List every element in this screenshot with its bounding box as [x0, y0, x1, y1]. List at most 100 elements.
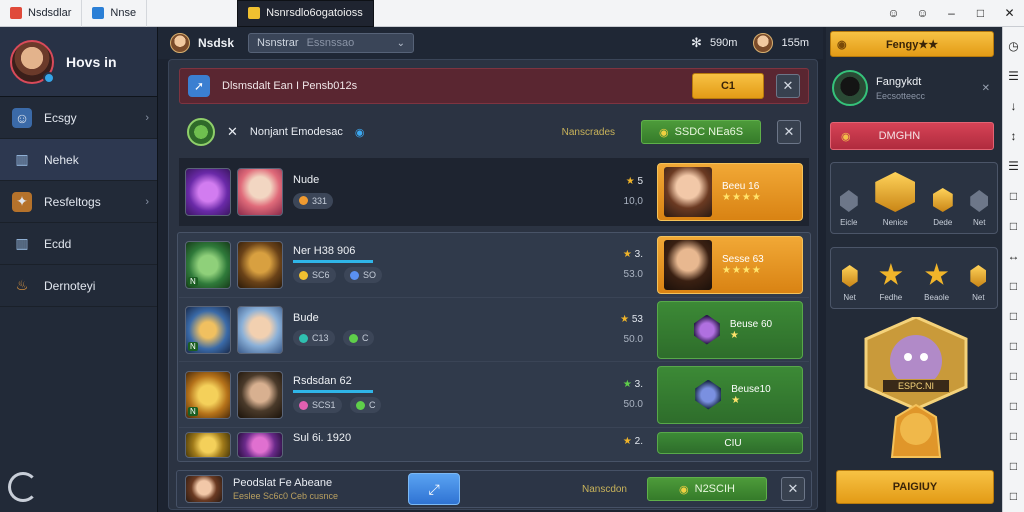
- hero-thumbnail: [237, 168, 283, 216]
- stat-pill: SO: [343, 267, 382, 283]
- close-icon[interactable]: ✕: [982, 83, 990, 94]
- list-item[interactable]: N Bude C13 C ★ 53 50.0 Beuse 60 ★: [179, 298, 809, 362]
- chevron-right-icon: ›: [145, 195, 149, 208]
- pill-value: C: [361, 333, 369, 343]
- reward-card[interactable]: CIU: [657, 432, 803, 454]
- swap-icon[interactable]: ↔: [1003, 241, 1024, 271]
- achievement[interactable]: Net: [841, 265, 858, 302]
- close-icon[interactable]: ✕: [776, 74, 800, 98]
- maximize-icon[interactable]: □: [966, 6, 995, 20]
- window-icon[interactable]: □: [1003, 421, 1024, 451]
- pill-value: SC6: [312, 270, 330, 280]
- gear-icon[interactable]: ✻: [691, 35, 702, 51]
- pill-value: C: [368, 400, 376, 410]
- close-icon[interactable]: ✕: [777, 120, 801, 144]
- sidebar-item-2[interactable]: ▥ Nehek: [0, 139, 157, 181]
- reward-card[interactable]: Beuse 60 ★: [657, 300, 803, 359]
- bottom-action-button[interactable]: ◉ N2SCIH: [647, 477, 767, 501]
- star-icon: [879, 263, 903, 285]
- list-item[interactable]: Sul 6i. 1920 ★ 2. CIU: [179, 428, 809, 462]
- achievement-label: Net: [973, 218, 986, 227]
- resize-icon[interactable]: ↕: [1003, 121, 1024, 151]
- rank-cell: ★ 3. 53.0: [583, 245, 643, 285]
- server-select[interactable]: Nsnstrar Essnssao ⌄: [248, 33, 415, 53]
- close-icon[interactable]: ✕: [781, 477, 805, 501]
- danger-label: DMGHN: [878, 130, 921, 142]
- achievement[interactable]: Net: [970, 265, 987, 302]
- download-icon[interactable]: ↓: [1003, 91, 1024, 121]
- clock-icon[interactable]: ◷: [1003, 31, 1024, 61]
- row-info: Ner H38 906 SC6 SO: [293, 245, 473, 285]
- list-item[interactable]: N Ner H38 906 SC6 SO ★ 3. 53.0 Sesse 63 …: [179, 232, 809, 298]
- sync-icon[interactable]: [8, 472, 38, 502]
- window-icon[interactable]: □: [1003, 481, 1024, 511]
- energy-button[interactable]: ◉ Fengy★★: [830, 31, 994, 57]
- window-icon[interactable]: □: [1003, 361, 1024, 391]
- row-info: Sul 6i. 1920: [293, 432, 473, 450]
- play-button[interactable]: PAIGIUY: [836, 470, 994, 504]
- tool-strip: ◷ ☰ ↓ ↕ ☰ □ □ ↔ □ □ □ □ □ □ □ □: [1002, 27, 1024, 512]
- reward-card[interactable]: Sesse 63 ★★★★: [657, 235, 803, 294]
- window-tab-label: Nsnrsdlo6ogatoioss: [266, 7, 363, 19]
- leaf-icon: [355, 400, 365, 410]
- app-icon: [92, 7, 105, 19]
- card-title: Beuse 60: [729, 318, 773, 330]
- achievement-label: Eicle: [840, 218, 858, 227]
- list-icon[interactable]: ☰: [1003, 151, 1024, 181]
- window-icon[interactable]: □: [1003, 301, 1024, 331]
- face-icon[interactable]: ☺: [908, 6, 937, 20]
- level-badge: N: [188, 276, 198, 286]
- sidebar-item-5[interactable]: ♨ Dernoteyi: [0, 265, 157, 307]
- sidebar-item-3[interactable]: ✦ Resfeltogs ›: [0, 181, 157, 223]
- gem-icon: [349, 270, 359, 280]
- window-icon[interactable]: □: [1003, 181, 1024, 211]
- achievement[interactable]: Nenice: [875, 172, 916, 227]
- achievement[interactable]: Dede: [932, 188, 953, 227]
- profile-card[interactable]: Hovs in: [0, 27, 157, 97]
- menu-icon[interactable]: ☰: [1003, 61, 1024, 91]
- pill-value: 331: [312, 195, 328, 206]
- window-tab-3[interactable]: Nsnrsdlo6ogatoioss: [237, 0, 374, 27]
- window-tab-1[interactable]: Nsdsdlar: [0, 0, 83, 27]
- achievement-label: Fedhe: [879, 293, 903, 302]
- sidebar-item-1[interactable]: ☺ Ecsgy ›: [0, 97, 157, 139]
- reward-card[interactable]: Beeu 16 ★★★★: [657, 163, 803, 221]
- window-icon[interactable]: □: [1003, 331, 1024, 361]
- achievement[interactable]: Beaole: [924, 263, 949, 302]
- window-icon[interactable]: □: [1003, 451, 1024, 481]
- achievement[interactable]: Fedhe: [879, 263, 903, 302]
- window-tab-2[interactable]: Nnse: [82, 0, 148, 27]
- shield-icon: [932, 188, 953, 212]
- achievement[interactable]: Net: [970, 190, 989, 227]
- achievements-top: Eicle Nenice Dede Net: [830, 162, 998, 234]
- leaf-icon: [348, 333, 358, 343]
- stat-pill: 331: [293, 192, 334, 209]
- close-icon[interactable]: ✕: [995, 6, 1024, 20]
- sidebar-item-4[interactable]: ▥ Ecdd: [0, 223, 157, 265]
- leaf-icon: [299, 333, 308, 343]
- window-icon[interactable]: □: [1003, 211, 1024, 241]
- list-item[interactable]: N Rsdsdan 62 SCS1 C ★ 3. 50.0 Beuse10 ★: [179, 362, 809, 428]
- section-action-button[interactable]: ◉ SSDC NEa6S: [641, 120, 761, 144]
- link-button[interactable]: ⤢: [408, 473, 461, 505]
- level-badge: N: [188, 341, 198, 351]
- face-icon: ☺: [12, 107, 32, 128]
- danger-button[interactable]: ◉ DMGHN: [830, 122, 994, 150]
- account-icon[interactable]: ☺: [879, 6, 908, 20]
- minimize-icon[interactable]: –: [937, 6, 966, 20]
- friend-card[interactable]: Fangykdt Eecsotteecc ✕: [830, 65, 996, 111]
- card-stars: ★★★★: [722, 192, 762, 203]
- window-icon[interactable]: □: [1003, 271, 1024, 301]
- hero-thumbnail: N: [185, 240, 231, 289]
- hero-thumbnail: [185, 432, 231, 458]
- list-item[interactable]: Nude 331 ★ 5 10,0 Beeu 16 ★★★★: [179, 158, 809, 226]
- window-icon[interactable]: □: [1003, 391, 1024, 421]
- card-stars: ★: [729, 329, 740, 341]
- stat-pill: SC6: [293, 267, 336, 283]
- reward-card[interactable]: Beuse10 ★: [657, 365, 803, 424]
- rank-cell: ★ 5 10,0: [583, 172, 643, 212]
- alert-action-button[interactable]: C1: [692, 73, 764, 99]
- window-controls: ☺ ☺ – □ ✕: [879, 0, 1024, 27]
- achievement[interactable]: Eicle: [839, 190, 858, 227]
- top-stats: ✻ 590m 155m: [691, 33, 823, 53]
